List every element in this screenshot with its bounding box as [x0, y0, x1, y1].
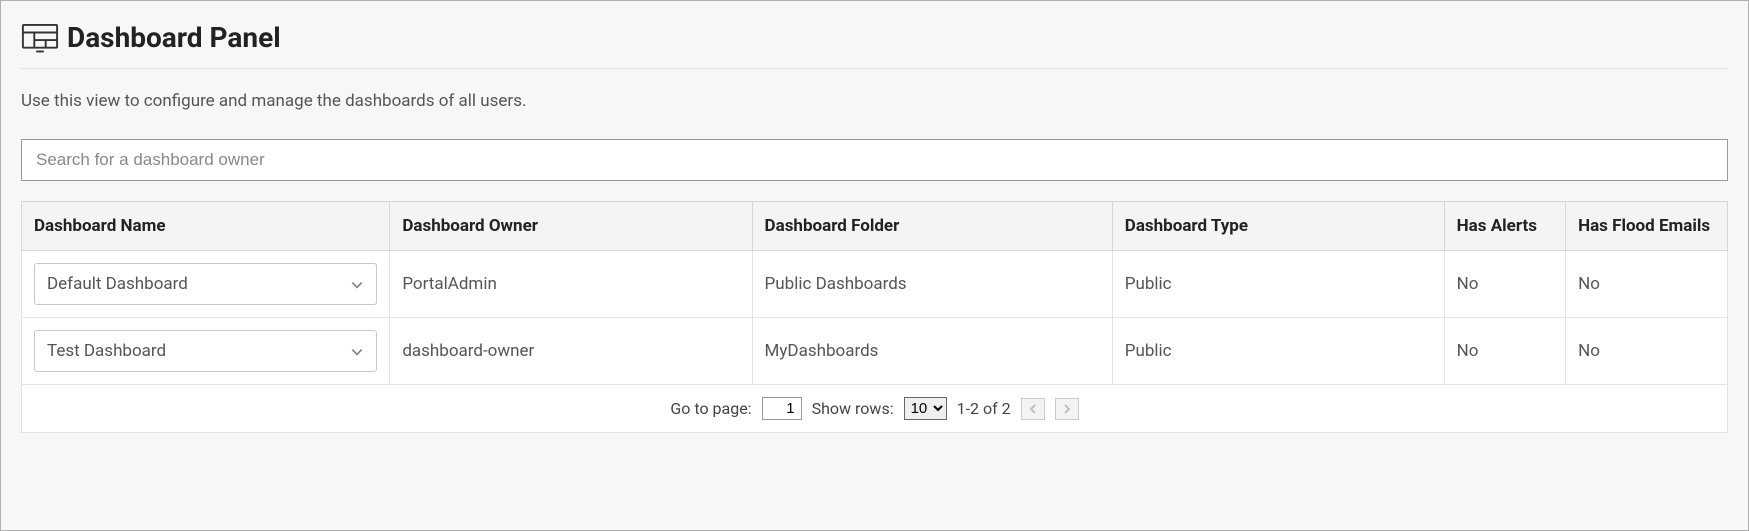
next-page-button[interactable]	[1055, 398, 1079, 420]
show-rows-label: Show rows:	[812, 399, 894, 418]
table-row: Test Dashboard dashboard-owner MyDashboa…	[22, 318, 1728, 385]
chevron-down-icon	[350, 344, 364, 358]
dashboards-table: Dashboard Name Dashboard Owner Dashboard…	[21, 201, 1728, 433]
cell-owner: dashboard-owner	[390, 318, 752, 385]
show-rows-select[interactable]: 10	[904, 397, 947, 420]
dashboard-icon	[21, 23, 59, 53]
search-input[interactable]	[21, 139, 1728, 181]
cell-type: Public	[1112, 251, 1444, 318]
prev-page-button[interactable]	[1021, 398, 1045, 420]
cell-flood: No	[1566, 251, 1728, 318]
pager: Go to page: Show rows: 10 1-2 of 2	[670, 397, 1078, 420]
cell-owner: PortalAdmin	[390, 251, 752, 318]
chevron-right-icon	[1062, 399, 1072, 418]
cell-folder: MyDashboards	[752, 318, 1112, 385]
table-row: Default Dashboard PortalAdmin Public Das…	[22, 251, 1728, 318]
goto-page-input[interactable]	[762, 397, 802, 420]
col-header-folder[interactable]: Dashboard Folder	[752, 202, 1112, 251]
dashboard-name-dropdown[interactable]: Test Dashboard	[34, 330, 377, 372]
goto-page-label: Go to page:	[670, 399, 751, 418]
table-header-row: Dashboard Name Dashboard Owner Dashboard…	[22, 202, 1728, 251]
dashboard-panel-page: Dashboard Panel Use this view to configu…	[0, 0, 1749, 531]
cell-type: Public	[1112, 318, 1444, 385]
page-title: Dashboard Panel	[67, 21, 281, 54]
chevron-down-icon	[350, 277, 364, 291]
page-description: Use this view to configure and manage th…	[21, 91, 1728, 111]
page-header: Dashboard Panel	[21, 21, 1728, 54]
dashboard-name-text: Test Dashboard	[47, 341, 166, 361]
range-text: 1-2 of 2	[957, 399, 1011, 418]
dashboard-name-dropdown[interactable]: Default Dashboard	[34, 263, 377, 305]
col-header-owner[interactable]: Dashboard Owner	[390, 202, 752, 251]
col-header-type[interactable]: Dashboard Type	[1112, 202, 1444, 251]
chevron-left-icon	[1028, 399, 1038, 418]
col-header-name[interactable]: Dashboard Name	[22, 202, 390, 251]
cell-flood: No	[1566, 318, 1728, 385]
header-divider	[21, 68, 1728, 69]
cell-alerts: No	[1444, 318, 1565, 385]
cell-folder: Public Dashboards	[752, 251, 1112, 318]
col-header-flood[interactable]: Has Flood Emails	[1566, 202, 1728, 251]
pager-row: Go to page: Show rows: 10 1-2 of 2	[22, 385, 1728, 433]
cell-alerts: No	[1444, 251, 1565, 318]
col-header-alerts[interactable]: Has Alerts	[1444, 202, 1565, 251]
dashboard-name-text: Default Dashboard	[47, 274, 188, 294]
